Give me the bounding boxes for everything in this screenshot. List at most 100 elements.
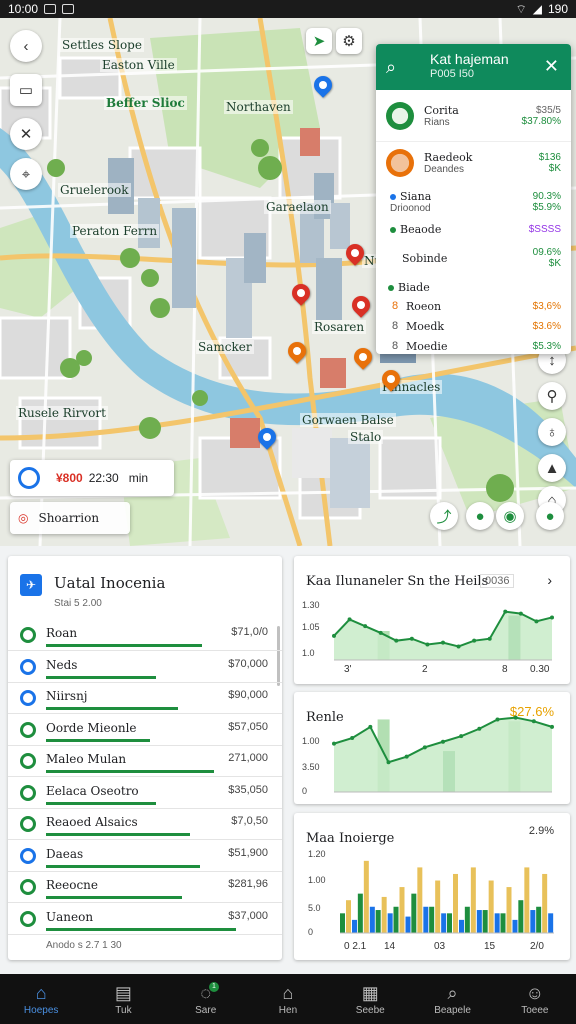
search-results-panel[interactable]: ⌕ Kat hajeman P005 I50 ✕ Corita Rians $3…	[376, 44, 571, 354]
nav-label: Seebe	[355, 1004, 385, 1016]
list-card-subtitle: Stai 5 2.00	[54, 598, 102, 609]
list-item[interactable]: Maleo Mulan 271,000	[8, 746, 282, 777]
list-item[interactable]: Reeocne $281,96	[8, 872, 282, 903]
place-chip[interactable]: ◎ Shoarrion	[10, 502, 130, 534]
nav-item-sare[interactable]: ◌ Sare 1	[165, 974, 247, 1024]
item-progress	[46, 864, 200, 868]
item-progress	[46, 738, 150, 742]
compass-button[interactable]: ✕	[10, 118, 42, 150]
back-button[interactable]: ‹	[10, 30, 42, 62]
item-amount: $281,96	[228, 878, 268, 890]
nav-item-hen[interactable]: ⌂ Hen	[247, 974, 329, 1024]
item-name: Oorde Mieonle	[46, 720, 137, 735]
share-button[interactable]: ⤴	[430, 502, 458, 530]
nav-label: Tuk	[115, 1004, 132, 1016]
house-icon: ⌂	[282, 982, 294, 1003]
chart-point	[550, 615, 554, 620]
route-button[interactable]: ⚲	[538, 382, 566, 410]
item-icon	[20, 879, 36, 895]
chart-bar	[411, 893, 417, 933]
chart-bar	[393, 906, 399, 933]
search-header: ⌕ Kat hajeman P005 I50 ✕	[376, 44, 571, 90]
chart-bar	[506, 887, 512, 933]
result-item[interactable]: Beaode $SSSS	[376, 220, 571, 238]
item-progress	[46, 927, 236, 931]
list-item[interactable]: Eelaca Oseotro $35,050	[8, 778, 282, 809]
y-tick-label: 1.0	[302, 648, 315, 658]
result-value: 90.3%	[532, 191, 561, 202]
x-tick-label: 3'	[344, 664, 352, 675]
nav-item-hoepes[interactable]: ⌂ Hoepes	[0, 974, 82, 1024]
result-name: Roeon	[406, 299, 442, 313]
chart-point	[459, 734, 464, 739]
navigate-button[interactable]: ▲	[538, 454, 566, 482]
list-item[interactable]: Niirsnj $90,000	[8, 683, 282, 714]
map-view[interactable]: Settles Slope Easton Ville Beffer Slioc …	[0, 18, 576, 546]
chart-card-3: Maa Inoierge 2.9% 1.20 1.00 5.0 0 0 2.1 14 03 1…	[294, 813, 570, 960]
result-value: $136	[538, 152, 561, 163]
result-value: $37.80%	[521, 115, 561, 127]
chart-point	[425, 642, 430, 647]
item-name: Daeas	[46, 846, 84, 861]
nav-label: Hen	[278, 1004, 298, 1016]
item-amount: $37,000	[228, 909, 268, 922]
list-item[interactable]: Roan $71,0/0	[8, 620, 282, 651]
chart-bar	[500, 913, 506, 933]
map-label: Northaven	[224, 100, 293, 114]
signal-icon: ◢	[532, 2, 542, 16]
record-button[interactable]: ●	[466, 502, 494, 530]
camera-button[interactable]: ◉	[496, 502, 524, 530]
settings-button[interactable]: ⚙	[336, 28, 362, 54]
list-item[interactable]: Reaoed Alsaics $7,0,50	[8, 809, 282, 840]
chart-point	[363, 624, 368, 629]
item-progress	[46, 833, 190, 836]
result-item[interactable]: Raedeok Deandes $136 $K	[376, 142, 571, 184]
x-tick-label: 0 2.1	[344, 941, 367, 952]
list-item[interactable]: Uaneon $37,000	[8, 904, 282, 935]
y-tick-label: 1.00	[308, 875, 326, 885]
pin-button[interactable]: ♁	[538, 418, 566, 446]
layers-button[interactable]: ▭	[10, 74, 42, 106]
result-item[interactable]: Corita Rians $35/5 $37.80%	[376, 90, 571, 142]
nav-item-toeee[interactable]: ☺ Toeee	[494, 974, 576, 1024]
menu-button[interactable]: ●	[536, 502, 564, 530]
list-item[interactable]: Oorde Mieonle $57,050	[8, 715, 282, 746]
directions-button[interactable]: ➤	[306, 28, 332, 54]
chart-bar	[470, 867, 476, 933]
nav-item-beapele[interactable]: ⌕ Beapele	[411, 974, 493, 1024]
result-name: Siana	[400, 190, 432, 203]
result-item[interactable]: Sobinde 09.6% $K	[376, 238, 571, 278]
nav-item-seebe[interactable]: ▦ Seebe	[329, 974, 411, 1024]
search-icon[interactable]: ⌕	[386, 57, 408, 78]
chart-point	[534, 619, 539, 624]
list-item[interactable]: Daeas $51,900	[8, 841, 282, 872]
result-item[interactable]: Biade	[376, 278, 571, 296]
route-info-chip[interactable]: ¥800 22:30 min	[10, 460, 174, 496]
chart-bar	[482, 910, 488, 933]
record-icon: ●	[475, 507, 485, 525]
item-name: Eelaca Oseotro	[46, 783, 139, 798]
list-card-footer: Anodo s 2.7 1 30	[46, 940, 122, 951]
person-icon: ☺	[525, 982, 545, 1003]
result-item[interactable]: Siana Drioonod 90.3% $5.9%	[376, 184, 571, 220]
chart-point	[495, 717, 500, 722]
y-tick-label: 0	[308, 927, 313, 937]
item-progress	[46, 675, 156, 679]
location-button[interactable]: ⌖	[10, 158, 42, 190]
result-item[interactable]: 8 Moedie $5.3%	[376, 336, 571, 354]
result-sub: Deandes	[424, 164, 465, 175]
item-icon	[20, 816, 36, 832]
chart-card-2: Renle $27.6% 1.00 3.50 0	[294, 692, 570, 804]
nav-item-tuk[interactable]: ▤ Tuk	[82, 974, 164, 1024]
result-value: $5.3%	[532, 340, 561, 352]
nav-label: Hoepes	[23, 1004, 59, 1016]
result-item[interactable]: 8 Roeon $3,6%	[376, 296, 571, 316]
item-amount: $90,000	[228, 689, 268, 701]
close-icon[interactable]: ✕	[544, 56, 559, 77]
chart-point	[409, 636, 414, 641]
item-name: Roan	[46, 626, 78, 640]
chart-plot: 1.30 1.05 1.0 3' 2 8 0.30	[302, 600, 554, 675]
place-name: Shoarrion	[38, 511, 100, 525]
result-item[interactable]: 8 Moedk $3.6%	[376, 316, 571, 336]
list-item[interactable]: Neds $70,000	[8, 652, 282, 683]
